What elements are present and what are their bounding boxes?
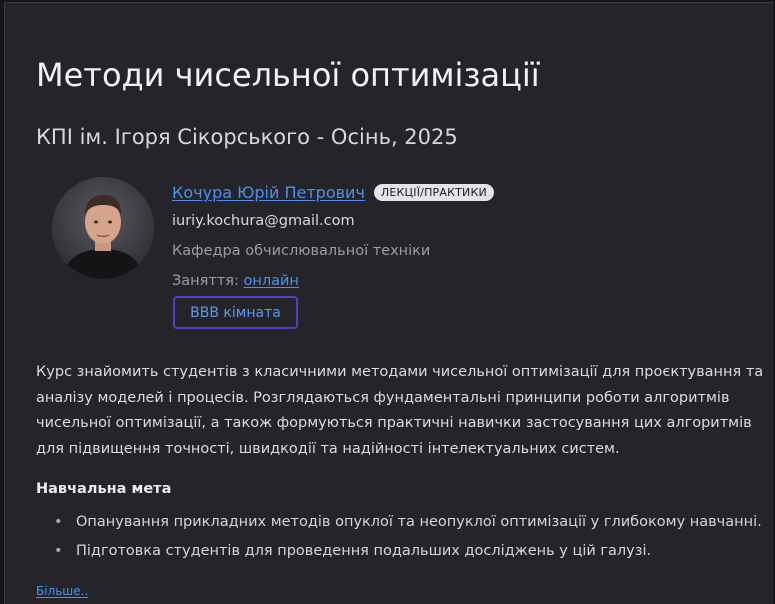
- classes-label: Заняття:: [172, 273, 239, 289]
- course-title: Методи чисельної оптимізації: [36, 56, 540, 94]
- bullet-icon: •: [54, 543, 63, 559]
- instructor-avatar: [52, 177, 154, 279]
- classes-online-link[interactable]: онлайн: [244, 273, 299, 289]
- bbb-room-button[interactable]: BBB кімната: [173, 296, 298, 329]
- more-link[interactable]: Більше..: [36, 584, 88, 598]
- instructor-department: Кафедра обчислювальної техніки: [172, 243, 431, 259]
- course-description: Курс знайомить студентів з класичними ме…: [36, 364, 764, 457]
- instructor-email: iuriy.kochura@gmail.com: [172, 213, 355, 229]
- avatar-photo-icon: [52, 177, 154, 279]
- course-card: Методи чисельної оптимізації КПІ ім. Іго…: [4, 2, 773, 604]
- goal-item-text: Підготовка студентів для проведення пода…: [76, 543, 652, 559]
- instructor-name-link[interactable]: Кочура Юрій Петрович: [172, 183, 365, 202]
- bullet-icon: •: [54, 514, 63, 530]
- goal-item-text: Опанування прикладних методів опуклої та…: [76, 514, 762, 530]
- course-subtitle: КПІ ім. Ігоря Сікорського - Осінь, 2025: [36, 125, 458, 149]
- list-item: • Підготовка студентів для проведення по…: [36, 537, 771, 566]
- role-badge: ЛЕКЦІЇ/ПРАКТИКИ: [373, 184, 494, 201]
- goal-list: • Опанування прикладних методів опуклої …: [36, 508, 771, 566]
- goal-heading: Навчальна мета: [36, 481, 172, 497]
- list-item: • Опанування прикладних методів опуклої …: [36, 508, 771, 537]
- classes-info: Заняття: онлайн: [172, 273, 299, 289]
- instructor-name-row: Кочура Юрій Петрович ЛЕКЦІЇ/ПРАКТИКИ: [172, 183, 494, 202]
